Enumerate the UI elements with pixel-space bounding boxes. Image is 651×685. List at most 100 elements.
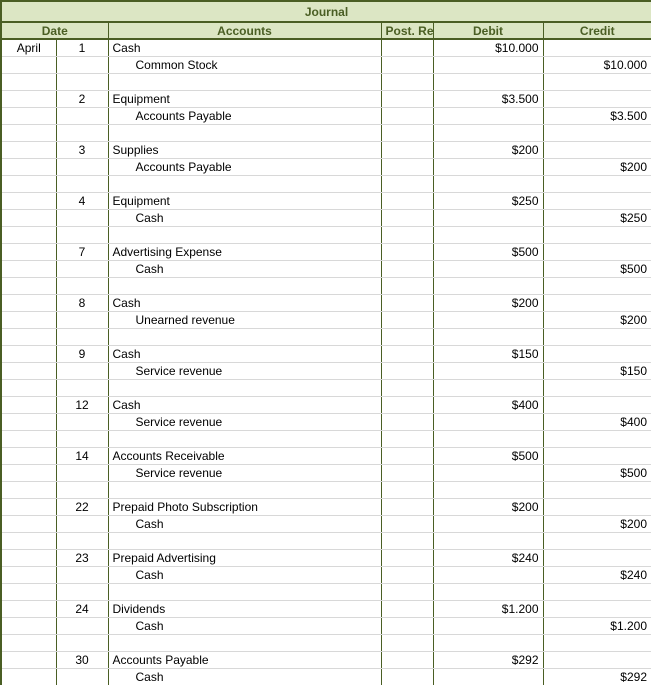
cell-post-ref[interactable] xyxy=(381,227,433,244)
cell-day[interactable] xyxy=(56,414,108,431)
cell-debit[interactable] xyxy=(433,363,543,380)
cell-account[interactable]: Cash xyxy=(108,39,381,57)
cell-day[interactable] xyxy=(56,108,108,125)
cell-account[interactable]: Cash xyxy=(108,567,381,584)
cell-post-ref[interactable] xyxy=(381,448,433,465)
cell-month[interactable] xyxy=(1,482,56,499)
cell-debit[interactable] xyxy=(433,227,543,244)
cell-day[interactable]: 9 xyxy=(56,346,108,363)
cell-debit[interactable] xyxy=(433,533,543,550)
cell-day[interactable] xyxy=(56,210,108,227)
cell-post-ref[interactable] xyxy=(381,57,433,74)
cell-post-ref[interactable] xyxy=(381,414,433,431)
cell-day[interactable]: 3 xyxy=(56,142,108,159)
cell-debit[interactable]: $10.000 xyxy=(433,39,543,57)
cell-post-ref[interactable] xyxy=(381,397,433,414)
cell-month[interactable] xyxy=(1,142,56,159)
cell-credit[interactable] xyxy=(543,142,651,159)
cell-day[interactable] xyxy=(56,74,108,91)
cell-post-ref[interactable] xyxy=(381,142,433,159)
cell-month[interactable] xyxy=(1,312,56,329)
cell-month[interactable] xyxy=(1,414,56,431)
cell-debit[interactable]: $200 xyxy=(433,499,543,516)
cell-month[interactable] xyxy=(1,567,56,584)
cell-day[interactable]: 2 xyxy=(56,91,108,108)
cell-month[interactable] xyxy=(1,533,56,550)
cell-month[interactable] xyxy=(1,397,56,414)
cell-debit[interactable] xyxy=(433,635,543,652)
cell-day[interactable] xyxy=(56,125,108,142)
cell-credit[interactable]: $500 xyxy=(543,261,651,278)
cell-debit[interactable] xyxy=(433,125,543,142)
cell-post-ref[interactable] xyxy=(381,635,433,652)
cell-day[interactable]: 14 xyxy=(56,448,108,465)
cell-debit[interactable]: $500 xyxy=(433,244,543,261)
cell-post-ref[interactable] xyxy=(381,244,433,261)
cell-post-ref[interactable] xyxy=(381,533,433,550)
cell-month[interactable] xyxy=(1,618,56,635)
cell-credit[interactable] xyxy=(543,193,651,210)
cell-day[interactable] xyxy=(56,567,108,584)
cell-day[interactable] xyxy=(56,584,108,601)
cell-post-ref[interactable] xyxy=(381,380,433,397)
cell-credit[interactable]: $400 xyxy=(543,414,651,431)
cell-debit[interactable]: $200 xyxy=(433,142,543,159)
cell-post-ref[interactable] xyxy=(381,431,433,448)
cell-post-ref[interactable] xyxy=(381,465,433,482)
cell-month[interactable] xyxy=(1,193,56,210)
cell-debit[interactable] xyxy=(433,74,543,91)
cell-post-ref[interactable] xyxy=(381,91,433,108)
cell-day[interactable]: 12 xyxy=(56,397,108,414)
cell-credit[interactable]: $292 xyxy=(543,669,651,685)
cell-month[interactable] xyxy=(1,227,56,244)
cell-month[interactable] xyxy=(1,669,56,685)
cell-account[interactable] xyxy=(108,176,381,193)
cell-month[interactable] xyxy=(1,278,56,295)
cell-credit[interactable] xyxy=(543,635,651,652)
cell-credit[interactable] xyxy=(543,482,651,499)
cell-debit[interactable] xyxy=(433,210,543,227)
cell-month[interactable] xyxy=(1,91,56,108)
cell-credit[interactable]: $10.000 xyxy=(543,57,651,74)
cell-debit[interactable]: $150 xyxy=(433,346,543,363)
cell-account[interactable] xyxy=(108,380,381,397)
cell-post-ref[interactable] xyxy=(381,193,433,210)
cell-account[interactable] xyxy=(108,533,381,550)
cell-month[interactable] xyxy=(1,108,56,125)
cell-day[interactable] xyxy=(56,227,108,244)
cell-post-ref[interactable] xyxy=(381,312,433,329)
cell-debit[interactable]: $240 xyxy=(433,550,543,567)
cell-credit[interactable]: $150 xyxy=(543,363,651,380)
cell-month[interactable] xyxy=(1,499,56,516)
cell-month[interactable] xyxy=(1,261,56,278)
cell-credit[interactable] xyxy=(543,550,651,567)
cell-post-ref[interactable] xyxy=(381,652,433,669)
cell-credit[interactable]: $500 xyxy=(543,465,651,482)
cell-day[interactable]: 30 xyxy=(56,652,108,669)
cell-credit[interactable] xyxy=(543,584,651,601)
cell-account[interactable] xyxy=(108,482,381,499)
cell-debit[interactable] xyxy=(433,108,543,125)
cell-debit[interactable]: $250 xyxy=(433,193,543,210)
cell-credit[interactable] xyxy=(543,278,651,295)
cell-post-ref[interactable] xyxy=(381,159,433,176)
cell-day[interactable] xyxy=(56,482,108,499)
cell-credit[interactable] xyxy=(543,295,651,312)
cell-month[interactable] xyxy=(1,380,56,397)
cell-credit[interactable] xyxy=(543,227,651,244)
cell-account[interactable] xyxy=(108,278,381,295)
cell-post-ref[interactable] xyxy=(381,125,433,142)
cell-debit[interactable] xyxy=(433,465,543,482)
cell-month[interactable] xyxy=(1,125,56,142)
cell-post-ref[interactable] xyxy=(381,39,433,57)
cell-post-ref[interactable] xyxy=(381,295,433,312)
cell-account[interactable]: Accounts Payable xyxy=(108,159,381,176)
cell-account[interactable]: Equipment xyxy=(108,193,381,210)
cell-post-ref[interactable] xyxy=(381,482,433,499)
cell-credit[interactable] xyxy=(543,125,651,142)
cell-account[interactable]: Cash xyxy=(108,669,381,685)
cell-debit[interactable]: $1.200 xyxy=(433,601,543,618)
cell-account[interactable]: Supplies xyxy=(108,142,381,159)
cell-credit[interactable]: $3.500 xyxy=(543,108,651,125)
cell-account[interactable]: Prepaid Photo Subscription xyxy=(108,499,381,516)
